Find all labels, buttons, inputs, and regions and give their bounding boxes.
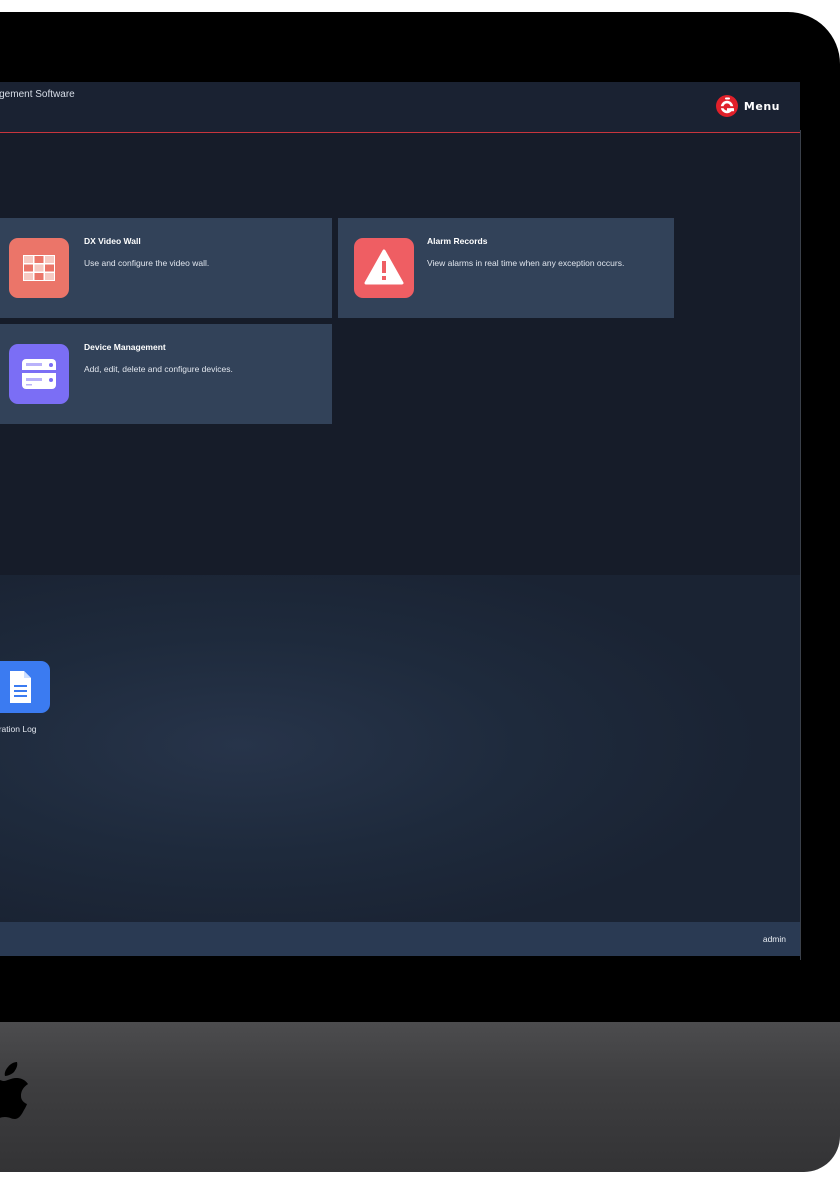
module-card-video-wall[interactable]: DX Video Wall Use and configure the vide… bbox=[0, 218, 332, 318]
tool-label-operation-log[interactable]: eration Log bbox=[0, 724, 37, 734]
warning-icon bbox=[354, 238, 414, 298]
menu-button[interactable]: Menu bbox=[715, 95, 780, 117]
status-bar: admin bbox=[0, 922, 800, 956]
module-title: Alarm Records bbox=[427, 236, 488, 246]
module-card-device-management[interactable]: Device Management Add, edit, delete and … bbox=[0, 324, 332, 424]
module-panel: DX Video Wall Use and configure the vide… bbox=[0, 133, 800, 575]
module-title: Device Management bbox=[84, 342, 166, 352]
module-description: View alarms in real time when any except… bbox=[427, 258, 625, 268]
module-card-alarm-records[interactable]: Alarm Records View alarms in real time w… bbox=[338, 218, 674, 318]
module-description: Use and configure the video wall. bbox=[84, 258, 210, 268]
document-icon[interactable] bbox=[0, 661, 50, 713]
module-description: Add, edit, delete and configure devices. bbox=[84, 364, 233, 374]
apple-logo-icon bbox=[0, 1062, 28, 1119]
video-wall-icon bbox=[9, 238, 69, 298]
top-bar: nagement Software Menu bbox=[0, 82, 800, 133]
app-screen: nagement Software Menu bbox=[0, 82, 800, 956]
monitor-chin bbox=[0, 1022, 840, 1172]
tools-panel: eration Log bbox=[0, 575, 800, 922]
stage: nagement Software Menu bbox=[0, 0, 840, 1180]
screen-edge bbox=[800, 130, 801, 960]
menu-label: Menu bbox=[743, 99, 780, 113]
module-title: DX Video Wall bbox=[84, 236, 141, 246]
app-title: nagement Software bbox=[0, 89, 75, 100]
app-logo-icon bbox=[715, 95, 738, 117]
current-user: admin bbox=[762, 934, 786, 944]
server-icon bbox=[9, 344, 69, 404]
